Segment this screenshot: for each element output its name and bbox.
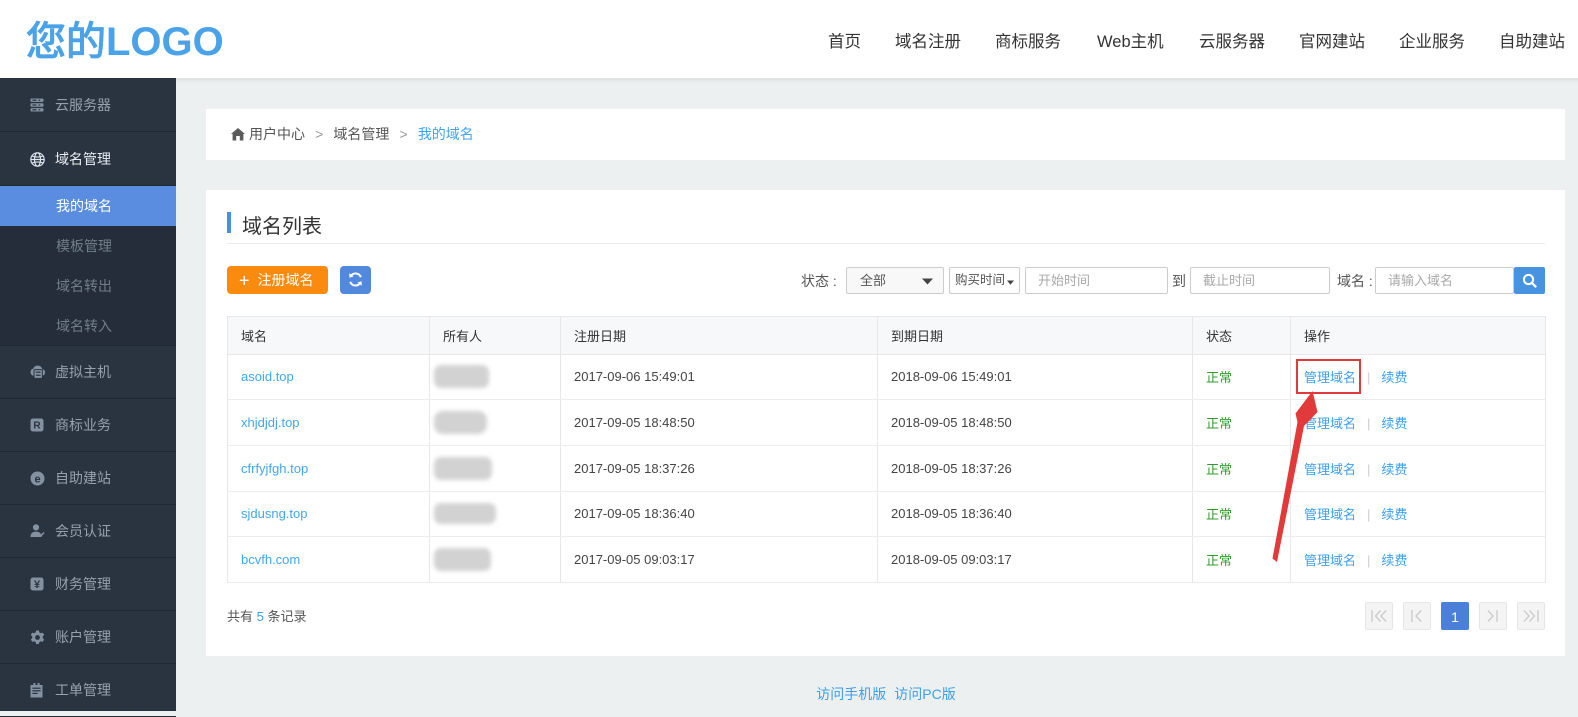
svg-text:¥: ¥: [34, 579, 41, 591]
svg-text:e: e: [34, 473, 40, 485]
svg-text:R: R: [33, 421, 41, 432]
